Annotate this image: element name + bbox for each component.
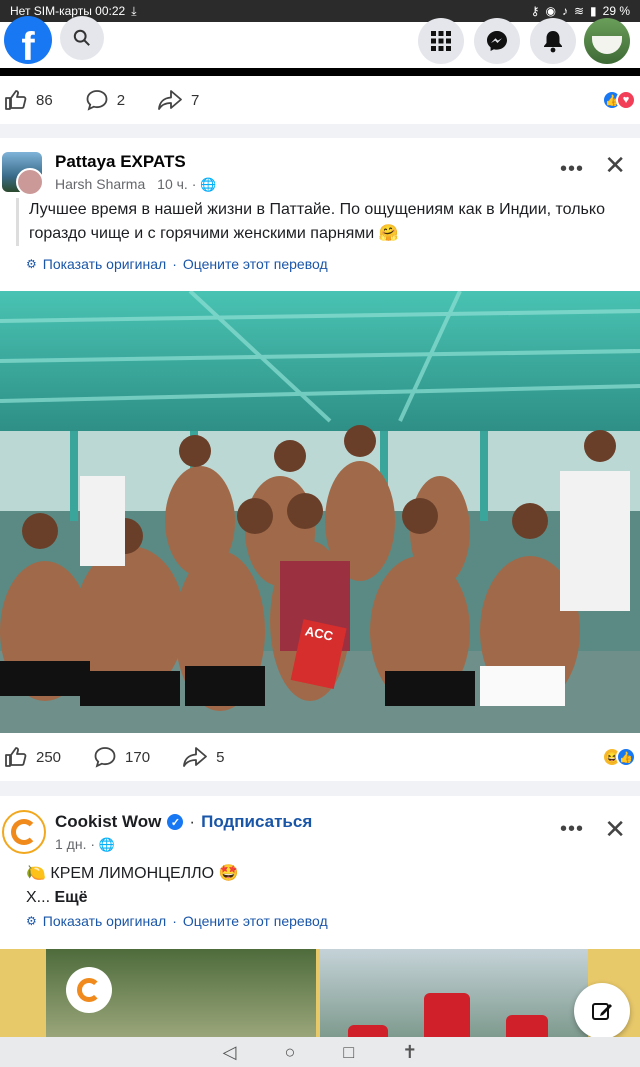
like-button[interactable]: 86: [4, 88, 53, 112]
wifi-icon: ≋: [573, 4, 585, 18]
close-icon: ✕: [604, 150, 626, 180]
share-button[interactable]: 5: [182, 745, 224, 769]
show-original-link[interactable]: Показать оригинал: [43, 256, 166, 272]
comment-icon: [86, 90, 108, 111]
battery-level: 29 %: [602, 4, 630, 18]
accessibility-icon[interactable]: ✝: [402, 1042, 417, 1063]
compose-button[interactable]: [574, 983, 630, 1039]
comment-icon: [94, 747, 116, 768]
author-name[interactable]: Harsh Sharma: [55, 176, 145, 192]
reactions-summary[interactable]: 😆 👍: [602, 747, 636, 767]
eye-icon: ◉: [545, 4, 556, 18]
close-button[interactable]: ✕: [604, 814, 626, 845]
home-icon[interactable]: ○: [285, 1042, 296, 1063]
close-icon: ✕: [604, 814, 626, 844]
verified-badge-icon: ✓: [167, 814, 184, 830]
share-icon: [183, 747, 207, 767]
cookist-watermark-icon: [66, 967, 112, 1013]
app-header: f: [0, 16, 640, 68]
battery-icon: ▮: [590, 4, 597, 18]
rate-translation-link[interactable]: Оцените этот перевод: [183, 256, 328, 272]
page-avatar[interactable]: [2, 810, 46, 854]
edit-icon: [592, 1003, 612, 1020]
profile-avatar[interactable]: [584, 18, 630, 64]
share-icon: [158, 90, 182, 110]
back-icon[interactable]: ◁: [223, 1042, 237, 1063]
like-count: 86: [36, 91, 53, 109]
avatar: [592, 36, 622, 54]
facebook-logo-icon[interactable]: f: [4, 16, 52, 64]
search-button[interactable]: [60, 16, 104, 60]
like-reaction-icon: 👍: [616, 747, 636, 767]
see-more-link[interactable]: Ещё: [54, 889, 87, 906]
author-avatar[interactable]: [16, 168, 44, 196]
post-time: 10 ч. ·: [157, 176, 197, 192]
post-text: Лучшее время в нашей жизни в Паттайе. По…: [16, 198, 628, 246]
search-icon: [73, 29, 90, 46]
more-options-button[interactable]: •••: [560, 818, 584, 841]
show-original-link[interactable]: Показать оригинал: [43, 913, 166, 929]
globe-icon: 🌐: [98, 837, 116, 852]
love-reaction-icon: ♥: [616, 90, 636, 110]
translation-bar: ⚙ Показать оригинал · Оцените этот перев…: [26, 913, 328, 929]
translation-bar: ⚙ Показать оригинал · Оцените этот перев…: [26, 256, 328, 272]
share-count: 5: [216, 748, 225, 766]
messenger-icon: [487, 31, 507, 51]
share-button[interactable]: 7: [157, 88, 199, 112]
comment-button[interactable]: 170: [93, 745, 150, 769]
post-photo[interactable]: [0, 949, 640, 1037]
page-name[interactable]: Cookist Wow: [55, 812, 161, 832]
gear-icon: ⚙: [26, 914, 37, 928]
download-icon: ⤓: [131, 3, 137, 18]
post-title-row: Cookist Wow ✓ · Подписаться: [55, 812, 313, 832]
mute-icon: ♪: [561, 4, 568, 18]
notifications-button[interactable]: [530, 18, 576, 64]
like-count: 250: [36, 748, 62, 766]
post-card: Pattaya EXPATS Harsh Sharma 10 ч. · 🌐 ••…: [0, 138, 640, 781]
like-icon: [5, 747, 27, 767]
post-text-line: X...: [26, 889, 51, 906]
cookist-logo-icon: [11, 819, 37, 845]
grid-menu-icon: [431, 31, 451, 51]
recents-icon[interactable]: □: [343, 1042, 354, 1063]
post-text: 🍋 КРЕМ ЛИМОНЦЕЛЛО 🤩 X... Ещё: [26, 862, 238, 910]
post-header: Pattaya EXPATS Harsh Sharma 10 ч. · 🌐 ••…: [0, 138, 640, 288]
post-actions: 250 170 5 😆 👍: [0, 733, 640, 781]
gear-icon: ⚙: [26, 257, 37, 271]
close-button[interactable]: ✕: [604, 150, 626, 181]
comment-count: 2: [116, 91, 126, 109]
like-button[interactable]: 250: [4, 745, 61, 769]
post-card: Cookist Wow ✓ · Подписаться 1 дн. · 🌐 ••…: [0, 796, 640, 1037]
photo-illustration: [0, 291, 640, 733]
bell-icon: [544, 31, 562, 53]
post-time: 1 дн. ·: [55, 836, 96, 852]
key-icon: ⚷: [530, 4, 540, 18]
divider: [0, 68, 640, 76]
globe-icon: 🌐: [200, 177, 217, 192]
comment-button[interactable]: 2: [85, 88, 125, 112]
reactions-summary[interactable]: 👍 ♥: [602, 90, 636, 110]
post-meta: 1 дн. · 🌐: [55, 836, 115, 853]
comment-count: 170: [125, 748, 151, 766]
post-meta: Harsh Sharma 10 ч. · 🌐: [55, 176, 216, 193]
messenger-button[interactable]: [474, 18, 520, 64]
share-count: 7: [191, 91, 200, 109]
group-name[interactable]: Pattaya EXPATS: [55, 152, 186, 172]
subscribe-link[interactable]: Подписаться: [201, 812, 312, 832]
post-text-line: 🍋 КРЕМ ЛИМОНЦЕЛЛО 🤩: [26, 865, 239, 882]
post-photo[interactable]: ACC: [0, 291, 640, 733]
prev-post-actions: 86 2 7 👍 ♥: [0, 76, 640, 124]
more-options-button[interactable]: •••: [560, 158, 584, 181]
rate-translation-link[interactable]: Оцените этот перевод: [183, 913, 328, 929]
menu-button[interactable]: [418, 18, 464, 64]
system-nav-bar: ◁ ○ □ ✝: [0, 1037, 640, 1067]
like-icon: [5, 90, 27, 110]
